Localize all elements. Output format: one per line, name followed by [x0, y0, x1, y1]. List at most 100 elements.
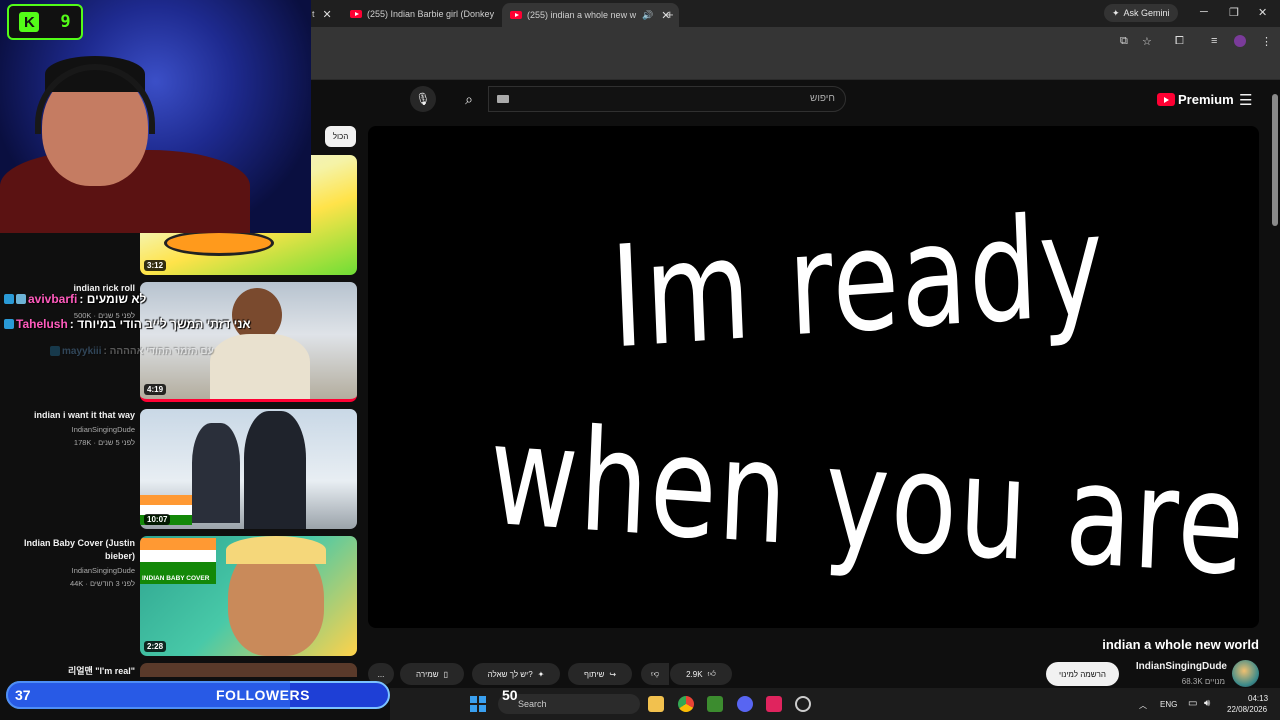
- tab-barbie-label: (255) Indian Barbie girl (Donkey: [367, 9, 495, 19]
- bookmark-star-icon[interactable]: ☆: [1142, 35, 1152, 48]
- close-icon[interactable]: ✕: [323, 8, 332, 21]
- chip-all[interactable]: הכול: [325, 126, 356, 147]
- person-hair: [226, 536, 326, 564]
- like-count: 2.9K: [686, 669, 703, 679]
- chat-username: avivbarfi: [28, 292, 78, 306]
- chat-badge-icon: [16, 294, 26, 304]
- thumbnail-rec-5[interactable]: [140, 663, 357, 677]
- chrome-icon[interactable]: [678, 696, 694, 712]
- rec-3-channel[interactable]: IndianSingingDude: [72, 425, 135, 434]
- extensions-icon[interactable]: ⧠: [1175, 35, 1184, 48]
- tab-barbie[interactable]: (255) Indian Barbie girl (Donkey ✕: [350, 4, 511, 24]
- thumbnail-rec-4[interactable]: INDIAN BABY COVER 2:28: [140, 536, 357, 656]
- profile-avatar[interactable]: [1234, 35, 1246, 47]
- search-input[interactable]: חיפוש: [488, 86, 846, 112]
- minimize-icon[interactable]: ─: [1200, 6, 1208, 18]
- rec-4-meta: 44K · לפני 3 חודשים: [69, 579, 135, 588]
- chat-badge-icon: [4, 294, 14, 304]
- minecraft-icon[interactable]: [707, 696, 723, 712]
- followers-label: FOLLOWERS: [216, 687, 310, 703]
- duration-badge: 3:12: [144, 260, 167, 271]
- speaker-icon[interactable]: 🔊: [642, 10, 653, 21]
- tab-partial[interactable]: t ✕: [312, 4, 332, 24]
- tray-chevron-icon[interactable]: ︿: [1139, 700, 1147, 711]
- video-player[interactable]: Im ready when you are: [368, 126, 1259, 628]
- lyric-line-1: Im ready: [608, 184, 1109, 381]
- duration-badge: 10:07: [144, 514, 171, 525]
- rec-4-channel[interactable]: IndianSingingDude: [72, 566, 135, 575]
- followers-count: 37: [15, 687, 31, 703]
- rec-3-title[interactable]: indian i want it that way: [34, 410, 135, 420]
- channel-name[interactable]: IndianSingingDude: [1136, 661, 1227, 672]
- flag-stripe: [140, 562, 216, 574]
- search-icon[interactable]: ⌕: [452, 86, 486, 112]
- media-icon[interactable]: ≡: [1211, 35, 1217, 47]
- chat-message: avivbarfi לא שומעים :: [4, 292, 146, 306]
- keyboard-icon[interactable]: [497, 95, 509, 103]
- duration-badge: 4:19: [144, 384, 167, 395]
- bookmark-icon: ▯: [443, 669, 448, 679]
- person-figure: [244, 411, 306, 529]
- video-title: indian a whole new world: [1102, 637, 1259, 652]
- ask-label: יש לך שאלה?: [487, 669, 533, 679]
- chat-message: mayykiii עם הזמר ההודי אהההה :: [50, 344, 214, 358]
- person-figure: [210, 334, 310, 399]
- app-icon[interactable]: [766, 696, 782, 712]
- install-icon[interactable]: ⧉: [1120, 35, 1128, 48]
- save-button[interactable]: שמירה ▯: [400, 663, 464, 685]
- maximize-icon[interactable]: ❐: [1229, 6, 1239, 19]
- ask-gemini-button[interactable]: ✦ Ask Gemini: [1104, 4, 1178, 22]
- tab-whole-new-world[interactable]: (255) indian a whole new w 🔊 ✕: [502, 3, 679, 27]
- chat-text: לא שומעים :: [79, 292, 147, 306]
- taskbar-search[interactable]: Search: [498, 694, 640, 714]
- webcam-overlay: K 9: [0, 0, 311, 233]
- sparkle-icon: ✦: [537, 669, 545, 679]
- ask-gemini-label: Ask Gemini: [1123, 8, 1170, 18]
- rec-5-title[interactable]: 리얼맨 "I'm real": [68, 664, 135, 677]
- scrollbar-thumb[interactable]: [1272, 94, 1278, 226]
- premium-label: Premium: [1178, 92, 1234, 107]
- ask-button[interactable]: יש לך שאלה? ✦: [472, 663, 560, 685]
- chat-text: אני דזתי המשך לייב הודי במיוחד :: [69, 317, 251, 331]
- clock-date[interactable]: 22/08/2026: [1227, 705, 1267, 714]
- new-tab-button[interactable]: +: [666, 4, 674, 24]
- share-icon: ↪: [609, 669, 617, 679]
- volume-icon[interactable]: 🔊︎: [1204, 698, 1210, 709]
- close-window-icon[interactable]: ✕: [1258, 6, 1267, 19]
- file-explorer-icon[interactable]: [648, 696, 664, 712]
- windows-start-icon[interactable]: [470, 696, 486, 712]
- thumbnail-rec-2[interactable]: 4:19: [140, 282, 357, 402]
- discord-icon[interactable]: [737, 696, 753, 712]
- clock-time[interactable]: 04:13: [1248, 694, 1268, 703]
- chat-badge-icon: [50, 346, 60, 356]
- rec-3-meta: 178K · לפני 5 שנים: [73, 438, 135, 447]
- youtube-logo-icon: [1157, 93, 1175, 106]
- hamburger-menu-icon[interactable]: ☰: [1239, 91, 1252, 109]
- share-label: שיתוף: [583, 669, 605, 679]
- channel-avatar[interactable]: [1232, 660, 1259, 687]
- youtube-favicon-icon: [510, 11, 522, 19]
- duration-badge: 2:28: [144, 641, 167, 652]
- language-indicator[interactable]: ENG: [1160, 700, 1177, 709]
- like-button[interactable]: 2.9K 👍︎: [670, 663, 732, 685]
- person-figure: [192, 423, 240, 523]
- network-icon[interactable]: ▭: [1188, 698, 1197, 709]
- youtube-premium-logo[interactable]: Premium: [1157, 92, 1234, 107]
- chat-username: mayykiii: [62, 345, 102, 357]
- thumbnail-rec-3[interactable]: 10:07: [140, 409, 357, 529]
- rec-4-title[interactable]: Indian Baby Cover (Justin bieber): [23, 537, 135, 563]
- cartoon-shape: [164, 230, 274, 256]
- share-button[interactable]: שיתוף ↪: [568, 663, 632, 685]
- kick-logo-icon: K: [19, 12, 40, 32]
- more-icon: ...: [377, 669, 385, 679]
- tab-partial-label: t: [312, 9, 315, 19]
- lyric-line-2: when you are: [486, 394, 1250, 608]
- microphone-icon[interactable]: 🎙: [410, 86, 436, 112]
- app-icon[interactable]: [795, 696, 811, 712]
- taskbar-search-label: Search: [518, 699, 547, 709]
- dislike-button[interactable]: 👎︎: [641, 663, 669, 685]
- kebab-menu-icon[interactable]: ⋮: [1261, 35, 1272, 48]
- kick-viewer-badge: K 9: [7, 4, 83, 40]
- thumbnail-badge: INDIAN BABY COVER: [140, 574, 216, 584]
- subscribe-button[interactable]: הרשמה למינוי: [1046, 662, 1119, 686]
